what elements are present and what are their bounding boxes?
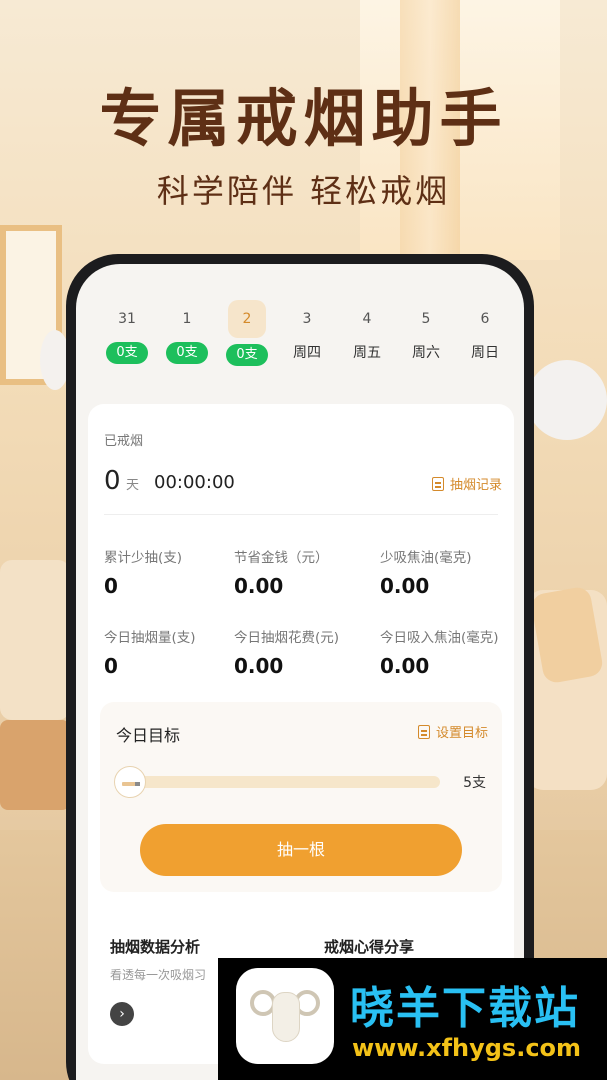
stat-item: 节省金钱（元） 0.00	[234, 546, 374, 598]
analysis-card-subtitle: 看透每一次吸烟习	[110, 968, 207, 982]
day-number: 4	[362, 311, 372, 327]
stat-label: 节省金钱（元）	[234, 550, 329, 566]
day-item[interactable]: 4 周五	[338, 300, 396, 384]
set-goal-label: 设置目标	[435, 726, 488, 741]
stat-value: 0.00	[380, 574, 430, 598]
day-item[interactable]: 1 0支	[158, 300, 216, 384]
daily-goal-panel: 今日目标 设置目标 5支 抽一根	[100, 702, 502, 892]
quit-label: 已戒烟	[104, 434, 144, 449]
stat-label: 今日抽烟量(支)	[104, 630, 196, 646]
cigarette-icon	[122, 782, 140, 786]
day-item[interactable]: 31 0支	[98, 300, 156, 384]
watermark-name: 晓羊下载站	[350, 983, 580, 1034]
experience-card-title: 戒烟心得分享	[324, 938, 415, 956]
day-count-badge: 0支	[106, 342, 148, 364]
document-icon	[417, 725, 430, 739]
day-weekday: 周日	[471, 345, 499, 361]
sheep-head	[272, 992, 300, 1042]
day-number: 2	[228, 300, 266, 338]
background-cloud-right	[527, 360, 607, 440]
chevron-right-icon[interactable]: ›	[110, 1002, 134, 1026]
stat-label: 今日吸入焦油(毫克)	[380, 630, 499, 646]
day-number: 6	[480, 311, 490, 327]
day-weekday: 周六	[412, 345, 440, 361]
stat-value: 0	[104, 654, 118, 678]
stat-label: 今日抽烟花费(元)	[234, 630, 340, 646]
divider	[104, 514, 498, 515]
stat-value: 0.00	[234, 574, 284, 598]
quit-days-unit: 天	[126, 478, 140, 493]
stat-label: 少吸焦油(毫克)	[380, 550, 472, 566]
background-table	[0, 720, 70, 810]
day-number: 3	[302, 311, 312, 327]
stat-value: 0	[104, 574, 118, 598]
goal-progress-knob[interactable]	[114, 766, 146, 798]
background-sofa-left	[0, 560, 70, 720]
analysis-card-title: 抽烟数据分析	[110, 938, 201, 956]
smoke-one-button[interactable]: 抽一根	[140, 824, 462, 876]
smoke-record-label: 抽烟记录	[449, 478, 502, 493]
set-goal-link[interactable]: 设置目标	[417, 722, 488, 741]
day-number: 5	[421, 311, 431, 327]
day-item[interactable]: 6 周日	[456, 300, 514, 384]
day-item[interactable]: 3 周四	[278, 300, 336, 384]
day-count-badge: 0支	[166, 342, 208, 364]
stat-item: 今日抽烟量(支) 0	[104, 626, 244, 678]
day-weekday: 周四	[293, 345, 321, 361]
goal-title: 今日目标	[116, 726, 181, 745]
smoke-record-link[interactable]: 抽烟记录	[431, 474, 502, 493]
phone-frame: 31 0支 1 0支 2 0支 3 周四 4 周五 5 周六 6 周日 已戒烟 …	[66, 254, 534, 1080]
day-item-selected[interactable]: 2 0支	[218, 300, 276, 384]
stat-item: 今日抽烟花费(元) 0.00	[234, 626, 374, 678]
stat-item: 少吸焦油(毫克) 0.00	[380, 546, 520, 598]
day-count-badge: 0支	[226, 344, 268, 366]
sheep-logo-icon	[236, 968, 334, 1064]
promo-headline: 专属戒烟助手	[99, 82, 508, 155]
stat-value: 0.00	[234, 654, 284, 678]
day-item[interactable]: 5 周六	[397, 300, 455, 384]
goal-max-label: 5支	[463, 775, 486, 791]
promo-subline: 科学陪伴 轻松戒烟	[156, 172, 451, 210]
stat-value: 0.00	[380, 654, 430, 678]
quit-timer: 00:00:00	[154, 472, 235, 493]
day-number: 1	[182, 311, 192, 327]
quit-days-value: 0	[104, 466, 121, 496]
day-number: 31	[118, 311, 136, 327]
watermark-banner: 晓羊下载站 www.xfhygs.com	[218, 958, 607, 1080]
stat-item: 累计少抽(支) 0	[104, 546, 244, 598]
watermark-url: www.xfhygs.com	[352, 1034, 582, 1062]
week-strip: 31 0支 1 0支 2 0支 3 周四 4 周五 5 周六 6 周日	[98, 300, 518, 384]
document-icon	[431, 477, 444, 491]
stat-label: 累计少抽(支)	[104, 550, 183, 566]
goal-progress-track	[130, 776, 440, 788]
stat-item: 今日吸入焦油(毫克) 0.00	[380, 626, 520, 678]
day-weekday: 周五	[353, 345, 381, 361]
